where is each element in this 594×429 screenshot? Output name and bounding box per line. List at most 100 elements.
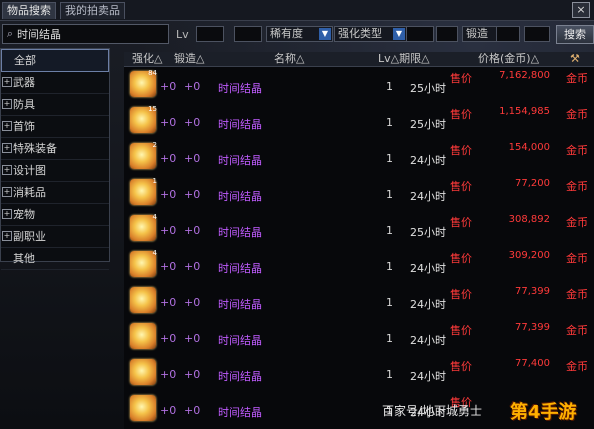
enhance-type-dropdown[interactable]: 强化类型 ▼ <box>334 26 407 42</box>
search-input[interactable] <box>17 27 157 41</box>
category-item-pet[interactable]: + 宠物 <box>1 204 109 226</box>
table-row[interactable]: +0 +0 时间结晶 1 24小时 售价 77,399 金币 <box>128 286 594 318</box>
search-icon: ⌕ <box>6 27 14 40</box>
item-price: 308,892 <box>508 214 550 225</box>
currency-label: 金币 <box>566 252 588 265</box>
lv-min-input[interactable] <box>196 26 224 42</box>
currency-label: 金币 <box>566 144 588 157</box>
category-item-consumable[interactable]: + 消耗品 <box>1 182 109 204</box>
category-item-other[interactable]: 其他 <box>1 248 109 270</box>
time-crystal-icon: 84 <box>130 69 157 97</box>
column-header-price[interactable]: 价格(金币)△ <box>478 52 539 66</box>
category-label: 其他 <box>13 252 35 265</box>
currency-label: 金币 <box>566 108 588 121</box>
time-crystal-icon: 1 <box>130 177 157 205</box>
expand-icon[interactable]: + <box>2 165 12 175</box>
item-expire: 24小时 <box>410 190 446 203</box>
category-item-armor[interactable]: + 防具 <box>1 94 109 116</box>
category-label: 武器 <box>13 76 35 89</box>
enhance-value: +0 <box>160 224 177 237</box>
chevron-down-icon: ▼ <box>319 28 331 40</box>
column-header-name[interactable]: 名称△ <box>274 52 304 66</box>
category-item-special[interactable]: + 特殊装备 <box>1 138 109 160</box>
item-expire: 24小时 <box>410 298 446 311</box>
category-item-blueprint[interactable]: + 设计图 <box>1 160 109 182</box>
category-label: 全部 <box>14 54 36 67</box>
forge-dropdown[interactable]: 锻造 <box>462 26 497 42</box>
column-header-enhance[interactable]: 强化△ <box>132 52 162 66</box>
expand-icon[interactable]: + <box>2 231 12 241</box>
category-item-jewelry[interactable]: + 首饰 <box>1 116 109 138</box>
forge-min-input[interactable] <box>496 26 520 42</box>
forge-value: +0 <box>184 296 201 309</box>
item-price: 7,162,800 <box>499 70 550 81</box>
table-row[interactable]: 84 +0 +0 时间结晶 1 25小时 售价 7,162,800 金币 <box>128 69 594 102</box>
forge-max-input[interactable] <box>524 26 550 42</box>
item-expire: 24小时 <box>410 334 446 347</box>
item-price: 154,000 <box>508 142 550 153</box>
enhance-level-max-input[interactable] <box>436 26 458 42</box>
expand-icon[interactable]: + <box>2 77 12 87</box>
table-row[interactable]: 4 +0 +0 时间结晶 1 25小时 售价 308,892 金币 <box>128 213 594 246</box>
time-crystal-icon <box>130 395 156 421</box>
time-crystal-icon <box>130 359 156 385</box>
table-row[interactable]: 1 +0 +0 时间结晶 1 24小时 售价 77,200 金币 <box>128 177 594 210</box>
category-item-weapon[interactable]: + 武器 <box>1 72 109 94</box>
item-name: 时间结晶 <box>218 334 262 347</box>
forge-value: +0 <box>184 188 201 201</box>
time-crystal-icon: 15 <box>130 105 157 133</box>
search-box[interactable]: ⌕ <box>2 24 169 44</box>
expand-icon[interactable]: + <box>2 187 12 197</box>
tab-item-search[interactable]: 物品搜索 <box>2 2 56 19</box>
expand-icon[interactable]: + <box>2 143 12 153</box>
table-row[interactable]: 15 +0 +0 时间结晶 1 25小时 售价 1,154,985 金币 <box>128 105 594 138</box>
sell-label: 售价 <box>450 144 472 157</box>
forge-value: +0 <box>184 152 201 165</box>
item-name: 时间结晶 <box>218 262 262 275</box>
time-crystal-icon: 2 <box>130 141 157 169</box>
column-header-lv-expire[interactable]: Lv△期限△ <box>378 52 430 66</box>
item-name: 时间结晶 <box>218 406 262 419</box>
sell-label: 售价 <box>450 360 472 373</box>
item-name: 时间结晶 <box>218 118 262 131</box>
enhance-value: +0 <box>160 404 177 417</box>
forge-value: +0 <box>184 224 201 237</box>
time-crystal-icon <box>130 287 156 313</box>
table-row[interactable]: 4 +0 +0 时间结晶 1 24小时 售价 309,200 金币 <box>128 249 594 282</box>
item-level: 1 <box>386 116 393 129</box>
search-button[interactable]: 搜索 <box>556 25 594 44</box>
stack-count: 84 <box>148 69 157 77</box>
tab-my-auctions[interactable]: 我的拍卖品 <box>60 2 125 19</box>
lv-max-input[interactable] <box>234 26 262 42</box>
item-name: 时间结晶 <box>218 370 262 383</box>
table-row[interactable]: +0 +0 时间结晶 1 24小时 售价 77,399 金币 <box>128 322 594 354</box>
close-button[interactable]: × <box>572 2 590 18</box>
item-name: 时间结晶 <box>218 190 262 203</box>
currency-label: 金币 <box>566 324 588 337</box>
item-expire: 25小时 <box>410 82 446 95</box>
item-level: 1 <box>386 80 393 93</box>
time-crystal-icon <box>130 323 156 349</box>
category-item-subjob[interactable]: + 副职业 <box>1 226 109 248</box>
enhance-level-input[interactable] <box>406 26 434 42</box>
category-label: 特殊装备 <box>13 142 57 155</box>
forge-value: +0 <box>184 332 201 345</box>
stack-count: 2 <box>152 141 157 149</box>
search-row: ⌕ Lv 稀有度 ▼ 强化类型 ▼ 锻造 搜索 <box>0 22 594 46</box>
category-item-all[interactable]: 全部 <box>1 49 109 72</box>
item-level: 1 <box>386 224 393 237</box>
category-label: 宠物 <box>13 208 35 221</box>
site-logo: 第4手游 <box>510 402 577 423</box>
sell-label: 售价 <box>450 108 472 121</box>
item-name: 时间结晶 <box>218 154 262 167</box>
sell-label: 售价 <box>450 288 472 301</box>
expand-icon[interactable]: + <box>2 99 12 109</box>
column-header-forge[interactable]: 锻造△ <box>174 52 204 66</box>
table-row[interactable]: 2 +0 +0 时间结晶 1 24小时 售价 154,000 金币 <box>128 141 594 174</box>
expand-icon[interactable]: + <box>2 121 12 131</box>
expand-icon[interactable]: + <box>2 209 12 219</box>
item-level: 1 <box>386 152 393 165</box>
table-row[interactable]: +0 +0 时间结晶 1 24小时 售价 77,400 金币 <box>128 358 594 390</box>
time-crystal-icon: 4 <box>130 249 157 277</box>
rarity-dropdown[interactable]: 稀有度 ▼ <box>266 26 333 42</box>
